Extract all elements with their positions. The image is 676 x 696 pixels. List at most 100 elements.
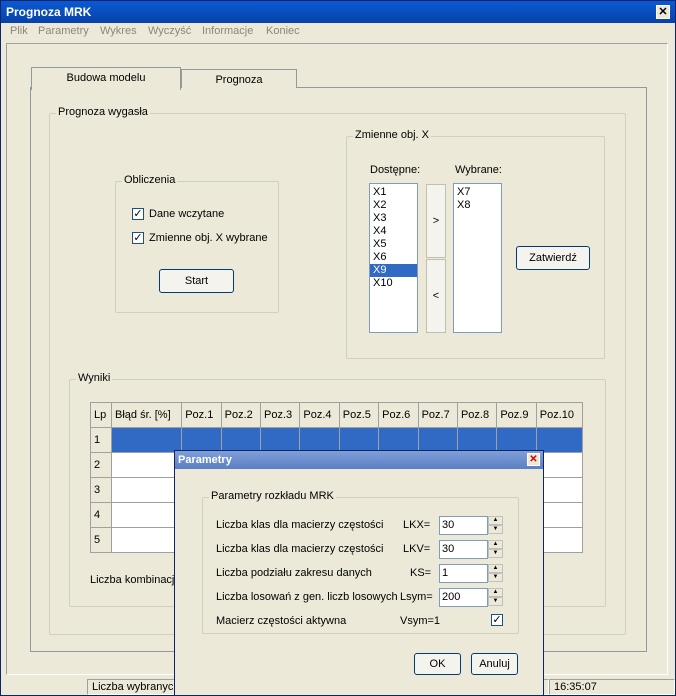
row-number: 3 — [90, 477, 112, 503]
menu-wykres[interactable]: Wykres — [100, 25, 137, 37]
dialog-group-label: Parametry rozkładu MRK — [209, 490, 336, 502]
combinations-label: Liczba kombinacji — [90, 574, 177, 586]
menu-parametry[interactable]: Parametry — [38, 25, 89, 37]
list-item[interactable]: X7 — [454, 186, 501, 199]
check-icon[interactable]: ✓ — [491, 614, 503, 626]
ok-button[interactable]: OK — [414, 653, 461, 675]
param-key: LKV= — [403, 543, 431, 555]
available-list[interactable]: X1 X2 X3 X4 X5 X6 X9 X10 — [369, 183, 418, 333]
lsym-field[interactable]: 200 — [439, 588, 488, 607]
add-button[interactable]: > — [426, 184, 446, 258]
group-obliczenia: Obliczenia — [115, 174, 279, 313]
ks-stepper[interactable]: ▲ ▼ — [488, 564, 503, 583]
list-item[interactable]: X3 — [370, 212, 417, 225]
ks-field[interactable]: 1 — [439, 564, 488, 583]
header-cell: Błąd śr. [%] — [110, 402, 183, 428]
header-cell: Poz.7 — [417, 402, 458, 428]
header-cell: Poz.6 — [378, 402, 419, 428]
check-dane-label: Dane wczytane — [149, 208, 225, 220]
list-item[interactable]: X10 — [370, 277, 417, 290]
dialog-title-bar: Parametry ✕ — [175, 451, 543, 469]
table-cell[interactable] — [110, 427, 183, 453]
table-cell[interactable] — [456, 427, 498, 453]
menu-bar: Plik Parametry Wykres Wyczyść Informacje… — [1, 23, 675, 41]
spin-down-icon[interactable]: ▼ — [488, 525, 503, 534]
menu-plik[interactable]: Plik — [10, 25, 28, 37]
table-cell[interactable] — [220, 427, 262, 453]
table-cell[interactable] — [259, 427, 301, 453]
header-cell: Poz.2 — [220, 402, 262, 428]
tab-prognoza[interactable]: Prognoza — [181, 69, 297, 88]
parametry-dialog: Parametry ✕ Parametry rozkładu MRK Liczb… — [174, 450, 544, 696]
table-cell[interactable] — [110, 527, 183, 553]
header-cell: Poz.8 — [456, 402, 498, 428]
available-label: Dostępne: — [370, 164, 421, 176]
title-bar: Prognoza MRK ✕ — [1, 1, 675, 23]
table-row[interactable]: 1 — [90, 427, 584, 453]
group-obliczenia-label: Obliczenia — [122, 174, 178, 186]
param-key: Lsym= — [400, 591, 433, 603]
group-prognoza-label: Prognoza wygasła — [56, 106, 150, 118]
close-icon[interactable]: ✕ — [527, 453, 540, 466]
list-item[interactable]: X6 — [370, 251, 417, 264]
header-cell: Poz.3 — [259, 402, 301, 428]
param-label: Liczba losowań z gen. liczb losowych — [216, 591, 398, 603]
table-cell[interactable] — [299, 427, 340, 453]
list-item[interactable]: X1 — [370, 186, 417, 199]
menu-koniec[interactable]: Koniec — [266, 25, 300, 37]
param-label: Liczba klas dla macierzy częstości — [216, 519, 384, 531]
param-key: KS= — [410, 567, 432, 579]
spin-down-icon[interactable]: ▼ — [488, 573, 503, 582]
selected-label: Wybrane: — [455, 164, 502, 176]
table-cell[interactable] — [417, 427, 458, 453]
list-item-selected[interactable]: X9 — [370, 264, 417, 277]
menu-wyczysc[interactable]: Wyczyść — [148, 25, 191, 37]
list-item[interactable]: X4 — [370, 225, 417, 238]
group-wyniki-label: Wyniki — [76, 372, 113, 384]
menu-informacje[interactable]: Informacje — [202, 25, 253, 37]
table-cell[interactable] — [338, 427, 380, 453]
lkx-stepper[interactable]: ▲ ▼ — [488, 516, 503, 535]
start-button[interactable]: Start — [159, 269, 234, 293]
row-number: 2 — [90, 452, 112, 478]
lkv-stepper[interactable]: ▲ ▼ — [488, 540, 503, 559]
spin-down-icon[interactable]: ▼ — [488, 597, 503, 606]
spin-up-icon[interactable]: ▲ — [488, 540, 503, 549]
selected-list[interactable]: X7 X8 — [453, 183, 502, 333]
dialog-title: Parametry — [178, 454, 232, 466]
close-icon[interactable]: ✕ — [656, 5, 670, 19]
header-cell: Poz.5 — [338, 402, 380, 428]
active-label: Macierz częstości aktywna — [216, 615, 347, 627]
row-number: 5 — [90, 527, 112, 553]
lkx-field[interactable]: 30 — [439, 516, 488, 535]
list-item[interactable]: X8 — [454, 199, 501, 212]
spin-up-icon[interactable]: ▲ — [488, 516, 503, 525]
header-cell: Poz.9 — [496, 402, 537, 428]
check-zmienne-label: Zmienne obj. X wybrane — [149, 232, 268, 244]
param-label: Liczba podziału zakresu danych — [216, 567, 372, 579]
header-cell: Poz.4 — [299, 402, 340, 428]
row-number: 1 — [90, 427, 112, 453]
table-cell[interactable] — [378, 427, 419, 453]
table-cell[interactable] — [110, 477, 183, 503]
table-cell[interactable] — [535, 427, 584, 453]
table-cell[interactable] — [110, 502, 183, 528]
tab-budowa-modelu[interactable]: Budowa modelu — [31, 67, 181, 90]
cancel-button[interactable]: Anuluj — [471, 653, 518, 675]
list-item[interactable]: X2 — [370, 199, 417, 212]
table-cell[interactable] — [110, 452, 183, 478]
check-icon[interactable]: ✓ — [132, 208, 144, 220]
lkv-field[interactable]: 30 — [439, 540, 488, 559]
spin-down-icon[interactable]: ▼ — [488, 549, 503, 558]
lsym-stepper[interactable]: ▲ ▼ — [488, 588, 503, 607]
check-icon[interactable]: ✓ — [132, 232, 144, 244]
table-cell[interactable] — [496, 427, 537, 453]
spin-up-icon[interactable]: ▲ — [488, 564, 503, 573]
table-cell[interactable] — [181, 427, 222, 453]
confirm-button[interactable]: Zatwierdź — [516, 246, 590, 270]
list-item[interactable]: X5 — [370, 238, 417, 251]
remove-button[interactable]: < — [426, 259, 446, 333]
header-cell: Poz.1 — [181, 402, 222, 428]
status-time: 16:35:07 — [549, 679, 675, 695]
spin-up-icon[interactable]: ▲ — [488, 588, 503, 597]
